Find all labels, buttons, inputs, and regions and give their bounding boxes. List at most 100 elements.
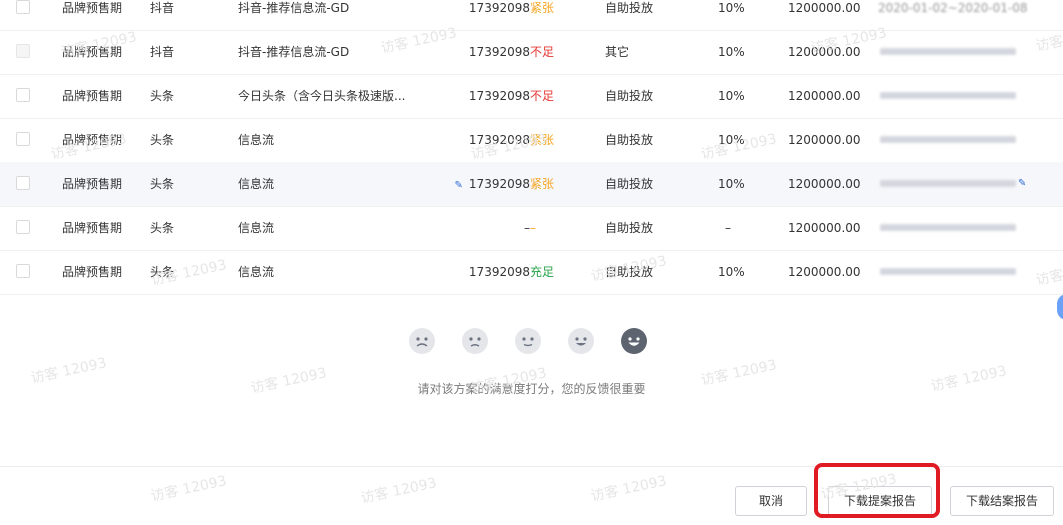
edit-date-pencil-icon[interactable]: ✎	[1018, 162, 1026, 206]
cell-type: 品牌预售期	[62, 177, 123, 191]
cell-channel: 抖音-推荐信息流-GD	[238, 1, 350, 15]
cell-channel: 抖音-推荐信息流-GD	[238, 45, 350, 59]
rating-faces	[409, 328, 649, 358]
cell-mode: 其它	[605, 45, 630, 59]
cell-id: ✎ 17392098	[454, 177, 530, 191]
cell-status: 不足	[530, 89, 555, 103]
cell-media: 头条	[150, 89, 175, 103]
cell-date-range	[878, 118, 1018, 162]
table-row: 品牌预售期 头条 信息流 17392098 充足 自助投放 10% 1200000.00	[0, 250, 1063, 295]
watermark-text: 访客 12093	[359, 475, 439, 507]
cell-status: 不足	[530, 45, 555, 59]
cell-status: 紧张	[530, 1, 555, 15]
blurred-date-range	[880, 268, 1016, 275]
very-unsatisfied-face-icon[interactable]	[409, 328, 435, 354]
row-checkbox[interactable]	[16, 0, 30, 14]
cell-mode: 自助投放	[605, 1, 654, 15]
cell-media: 头条	[150, 221, 175, 235]
cell-media: 头条	[150, 177, 175, 191]
neutral-face-icon[interactable]	[515, 328, 541, 354]
rating-prompt: 请对该方案的满意度打分，您的反馈很重要	[417, 382, 646, 396]
blurred-date-range	[880, 92, 1016, 99]
cell-status: 充足	[530, 265, 555, 279]
cell-date-range	[878, 30, 1018, 74]
edit-pencil-icon[interactable]: ✎	[455, 180, 463, 191]
table-row: 品牌预售期 抖音 抖音-推荐信息流-GD 17392098 不足 其它 10% 1200000…	[0, 30, 1063, 75]
row-checkbox[interactable]	[16, 132, 30, 146]
cell-amount: 1200000.00	[788, 265, 861, 279]
row-checkbox[interactable]	[16, 220, 30, 234]
cell-date-range	[878, 74, 1018, 118]
cell-status: 紧张	[530, 133, 555, 147]
table-row: 品牌预售期 头条 信息流 ✎ 17392098 紧张 自助投放 10% 1200000.00 ✎	[0, 162, 1063, 207]
cell-amount: 1200000.00	[788, 45, 861, 59]
cell-media: 头条	[150, 265, 175, 279]
footer-divider	[0, 466, 1063, 467]
cell-status: –	[530, 221, 536, 235]
cell-mode: 自助投放	[605, 265, 654, 279]
cell-id: –	[524, 221, 530, 235]
cell-id: 17392098	[468, 45, 530, 59]
cell-mode: 自助投放	[605, 133, 654, 147]
cell-date-range	[878, 162, 1018, 206]
unsatisfied-face-icon[interactable]	[462, 328, 488, 354]
cell-amount: 1200000.00	[788, 177, 861, 191]
table-row: 品牌预售期 抖音 抖音-推荐信息流-GD 17392098 紧张 自助投放 10% 12000…	[0, 0, 1063, 31]
cell-date-range	[878, 250, 1018, 294]
cell-id: 17392098	[468, 89, 530, 103]
download-final-report-button[interactable]: 下载结案报告	[950, 486, 1054, 516]
cell-ratio: 10%	[718, 89, 745, 103]
cell-ratio: 10%	[718, 265, 745, 279]
cell-type: 品牌预售期	[62, 133, 123, 147]
cell-date-range	[878, 206, 1018, 250]
cell-ratio: 10%	[718, 133, 745, 147]
cell-id: 17392098	[468, 133, 530, 147]
cell-amount: 1200000.00	[788, 221, 861, 235]
very-satisfied-face-icon[interactable]	[621, 328, 647, 354]
cell-mode: 自助投放	[605, 177, 654, 191]
cell-type: 品牌预售期	[62, 1, 123, 15]
row-checkbox[interactable]	[16, 88, 30, 102]
cell-media: 抖音	[150, 1, 175, 15]
row-checkbox	[16, 44, 30, 58]
cell-mode: 自助投放	[605, 89, 654, 103]
cell-type: 品牌预售期	[62, 221, 123, 235]
cell-mode: 自助投放	[605, 221, 654, 235]
table-row: 品牌预售期 头条 信息流 – – 自助投放 –1200000.00	[0, 206, 1063, 251]
cell-channel: 今日头条（含今日头条极速版...	[238, 89, 406, 103]
cell-ratio: 10%	[718, 45, 745, 59]
row-checkbox[interactable]	[16, 176, 30, 190]
download-proposal-report-button[interactable]: 下载提案报告	[828, 486, 932, 516]
table-row: 品牌预售期 头条 今日头条（含今日头条极速版... 17392098 不足 自助投放 10%…	[0, 74, 1063, 119]
cell-channel: 信息流	[238, 221, 275, 235]
cell-id: 17392098	[468, 265, 530, 279]
blurred-date-range	[880, 180, 1016, 187]
table-row: 品牌预售期 头条 信息流 17392098 紧张 自助投放 10% 1200000.00	[0, 118, 1063, 163]
cell-media: 头条	[150, 133, 175, 147]
cell-amount: 1200000.00	[788, 133, 861, 147]
cancel-button[interactable]: 取消	[735, 486, 807, 516]
cell-media: 抖音	[150, 45, 175, 59]
cell-channel: 信息流	[238, 265, 275, 279]
watermark-text: 访客 12093	[149, 473, 229, 505]
cell-channel: 信息流	[238, 133, 275, 147]
blurred-date-range	[880, 136, 1016, 143]
satisfied-face-icon[interactable]	[568, 328, 594, 354]
cell-type: 品牌预售期	[62, 45, 123, 59]
cell-status: 紧张	[530, 177, 555, 191]
blurred-date-range	[880, 48, 1016, 55]
cell-ratio: 10%	[718, 177, 745, 191]
cell-amount: 1200000.00	[788, 1, 861, 15]
cell-amount: 1200000.00	[788, 89, 861, 103]
cell-id: 17392098	[468, 1, 530, 15]
cell-type: 品牌预售期	[62, 265, 123, 279]
watermark-text: 访客 12093	[589, 473, 669, 505]
cell-ratio: –	[725, 221, 731, 235]
cell-type: 品牌预售期	[62, 89, 123, 103]
row-checkbox[interactable]	[16, 264, 30, 278]
blurred-date-range	[880, 224, 1016, 231]
cell-channel: 信息流	[238, 177, 275, 191]
cell-ratio: 10%	[718, 1, 745, 15]
floating-side-widget[interactable]	[1057, 294, 1063, 320]
cell-date-range: 2020-01-02~2020-01-08	[878, 1, 1028, 15]
